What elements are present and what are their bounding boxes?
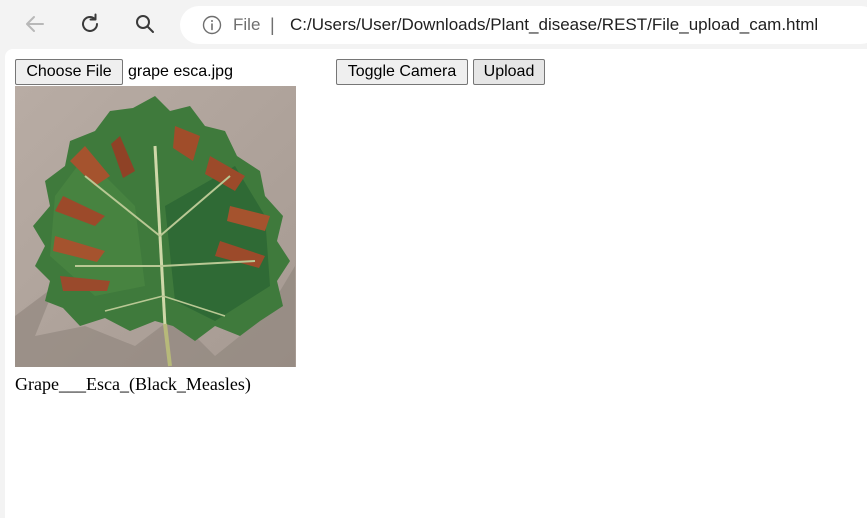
upload-button[interactable]: Upload (473, 59, 545, 85)
search-icon (136, 15, 154, 33)
refresh-icon (82, 13, 98, 32)
selected-file-name: grape esca.jpg (128, 63, 233, 80)
search-button[interactable] (129, 8, 161, 40)
page-content: Choose File grape esca.jpg Toggle Camera… (5, 49, 867, 518)
toggle-camera-button[interactable]: Toggle Camera (336, 59, 468, 85)
choose-file-button[interactable]: Choose File (15, 59, 123, 85)
back-button[interactable] (19, 8, 51, 40)
uploaded-leaf-image (15, 86, 296, 367)
info-icon[interactable] (202, 15, 222, 35)
address-bar[interactable]: File | C:/Users/User/Downloads/Plant_dis… (180, 6, 867, 44)
refresh-button[interactable] (74, 8, 106, 40)
prediction-result: Grape___Esca_(Black_Measles) (15, 374, 251, 394)
file-scheme-label: File (233, 15, 261, 34)
url-text[interactable]: C:/Users/User/Downloads/Plant_disease/RE… (290, 14, 818, 36)
browser-toolbar: File | C:/Users/User/Downloads/Plant_dis… (0, 0, 867, 48)
address-separator: | (270, 15, 275, 35)
back-arrow-icon (26, 16, 44, 32)
